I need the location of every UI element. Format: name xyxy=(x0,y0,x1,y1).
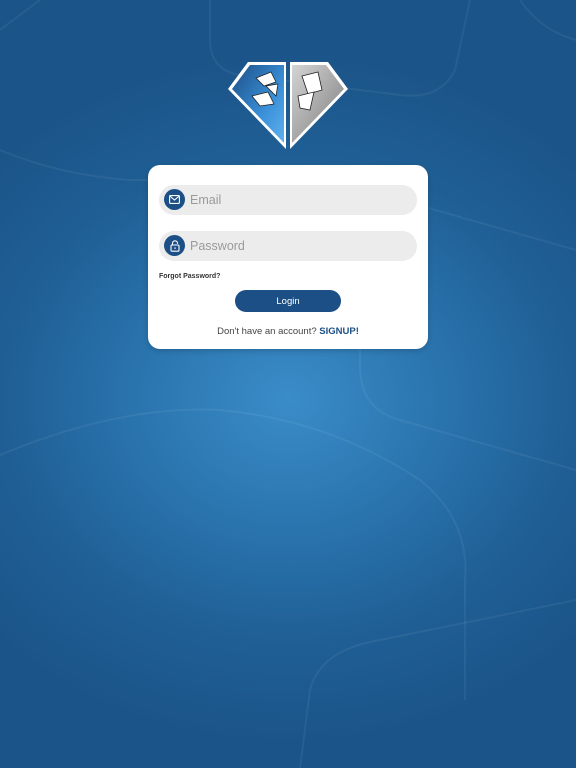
signup-link[interactable]: SIGNUP! xyxy=(319,326,359,337)
signup-prompt-text: Don't have an account? xyxy=(217,326,320,337)
diamond-logo xyxy=(228,62,348,149)
forgot-password-link[interactable]: Forgot Password? xyxy=(159,273,220,280)
login-card: Forgot Password? Login Don't have an acc… xyxy=(148,165,428,349)
mail-icon xyxy=(164,189,185,210)
password-field[interactable] xyxy=(159,231,417,261)
password-input[interactable] xyxy=(190,231,412,261)
lock-icon xyxy=(164,235,185,256)
email-field[interactable] xyxy=(159,185,417,215)
login-button[interactable]: Login xyxy=(235,290,341,312)
signup-prompt-line: Don't have an account? SIGNUP! xyxy=(148,326,428,337)
email-input[interactable] xyxy=(190,185,412,215)
